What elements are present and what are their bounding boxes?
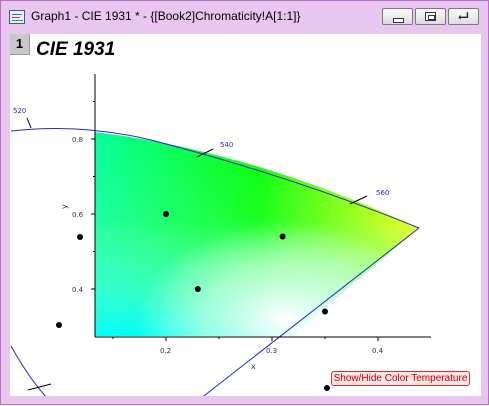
wavelength-label-520: 520 (13, 107, 26, 115)
y-axis-label: y (60, 204, 69, 209)
outside-marker (324, 385, 330, 391)
data-point (322, 308, 328, 315)
layer-number-tab[interactable]: 1 (10, 34, 30, 55)
show-hide-color-temperature-button[interactable]: Show/Hide Color Temperature (331, 371, 470, 386)
y-tick-label: 0.4 (72, 286, 84, 294)
graph-window: Graph1 - CIE 1931 * - {[Book2]Chromatici… (0, 0, 489, 405)
data-point (279, 233, 286, 240)
x-axis-label: x (251, 362, 256, 371)
data-point (163, 211, 169, 217)
wavelength-label-560: 560 (376, 189, 389, 197)
graph-title: CIE 1931 (36, 39, 116, 60)
chromaticity-fill (95, 132, 419, 336)
wavelength-label-540: 540 (220, 141, 233, 149)
outside-marker (77, 234, 83, 240)
outside-marker (56, 322, 62, 328)
cie-chart[interactable]: 520 540 560 0.2 0.3 0.4 0.4 0.6 0.8 x y (1, 1, 489, 406)
y-tick-label: 0.6 (72, 211, 84, 219)
x-tick-label: 0.3 (266, 347, 277, 355)
data-point (194, 286, 201, 292)
y-tick-label: 0.8 (72, 136, 83, 144)
x-tick-label: 0.2 (160, 347, 171, 355)
x-tick-label: 0.4 (372, 347, 384, 355)
spectral-locus-left (10, 345, 47, 396)
